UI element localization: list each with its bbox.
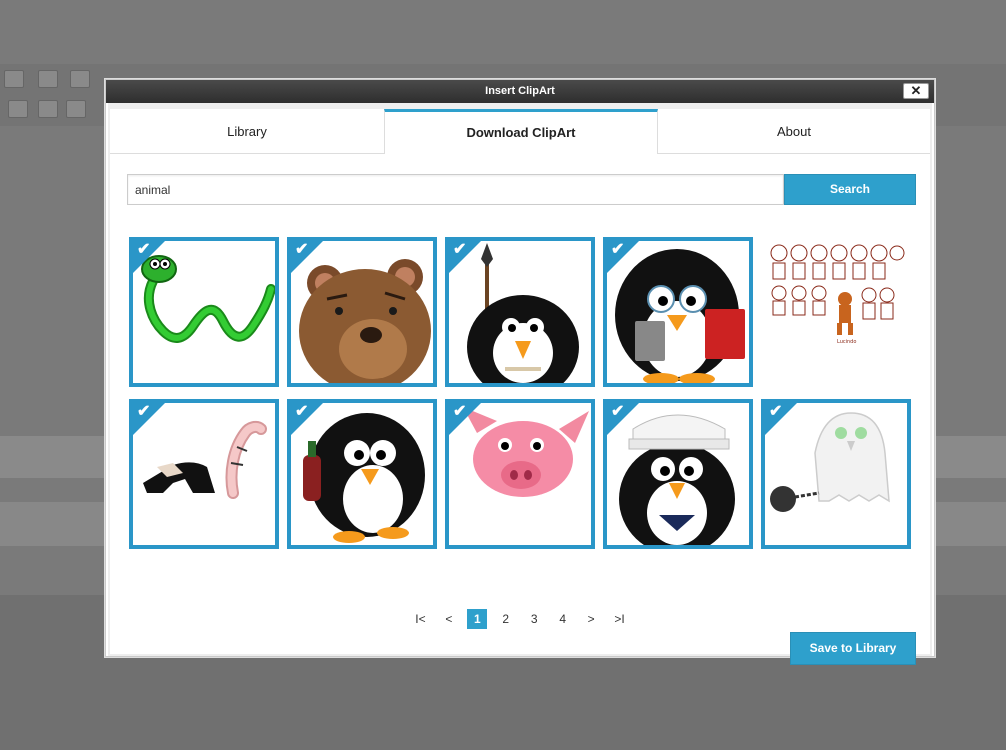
- first-page-link[interactable]: I<: [410, 609, 430, 629]
- bg-omega-icon: [8, 100, 28, 118]
- checkmark-icon: ✔: [295, 241, 309, 258]
- page-link-4[interactable]: 4: [553, 609, 573, 629]
- bg-outdent-icon: [66, 100, 86, 118]
- bg-tool-icon: [38, 70, 58, 88]
- prev-page-link[interactable]: <: [439, 609, 459, 629]
- next-page-link[interactable]: >: [581, 609, 601, 629]
- search-button[interactable]: Search: [784, 174, 916, 205]
- checkmark-icon: ✔: [295, 403, 309, 420]
- last-page-link[interactable]: >I: [610, 609, 630, 629]
- dialog-panel: Library Download ClipArt About Search: [110, 109, 930, 665]
- close-icon: ✕: [910, 83, 922, 98]
- clipart-item-ghost-ball-chain[interactable]: ✔: [761, 399, 911, 549]
- tab-about[interactable]: About: [658, 109, 930, 153]
- search-input[interactable]: [127, 174, 784, 205]
- clipart-item-bear[interactable]: ✔: [287, 237, 437, 387]
- checkmark-icon: ✔: [453, 241, 467, 258]
- save-to-library-button[interactable]: Save to Library: [790, 632, 916, 665]
- clipart-item-pig[interactable]: ✔: [445, 399, 595, 549]
- checkmark-icon: ✔: [453, 403, 467, 420]
- bg-indent-icon: [38, 100, 58, 118]
- clipart-item-tribal-penguin[interactable]: ✔: [445, 237, 595, 387]
- dialog-title: Insert ClipArt: [485, 85, 555, 97]
- clipart-item-sailor-penguin[interactable]: ✔: [603, 399, 753, 549]
- page-link-1[interactable]: 1: [467, 609, 488, 629]
- clipart-item-wine-penguin[interactable]: ✔: [287, 399, 437, 549]
- checkmark-icon: ✔: [611, 403, 625, 420]
- cartoon-figures-image: Lucindo: [770, 244, 905, 345]
- checkmark-icon: ✔: [769, 403, 783, 420]
- insert-clipart-dialog: Insert ClipArt ✕ Library Download ClipAr…: [105, 79, 935, 665]
- tab-download-clipart[interactable]: Download ClipArt: [384, 109, 658, 154]
- checkmark-icon: ✔: [137, 241, 151, 258]
- page-link-2[interactable]: 2: [496, 609, 516, 629]
- clipart-item-book-penguin[interactable]: ✔: [603, 237, 753, 387]
- clipart-item-cartoon-figures[interactable]: Lucindo: [761, 237, 911, 387]
- dialog-titlebar: Insert ClipArt ✕: [106, 80, 934, 103]
- checkmark-icon: ✔: [611, 241, 625, 258]
- checkmark-icon: ✔: [137, 403, 151, 420]
- bg-tool-icon: [4, 70, 24, 88]
- pagination: I< < 1 2 3 4 > >I: [110, 609, 930, 629]
- page-link-3[interactable]: 3: [524, 609, 544, 629]
- svg-text:Lucindo: Lucindo: [837, 339, 856, 345]
- dialog-body: Library Download ClipArt About Search: [108, 103, 932, 665]
- close-button[interactable]: ✕: [903, 83, 929, 99]
- bg-spellcheck-icon: [70, 70, 90, 88]
- clipart-item-snake[interactable]: ✔: [129, 237, 279, 387]
- tab-bar: Library Download ClipArt About: [110, 109, 930, 154]
- clipart-item-anteater[interactable]: ✔: [129, 399, 279, 549]
- tab-library[interactable]: Library: [110, 109, 384, 153]
